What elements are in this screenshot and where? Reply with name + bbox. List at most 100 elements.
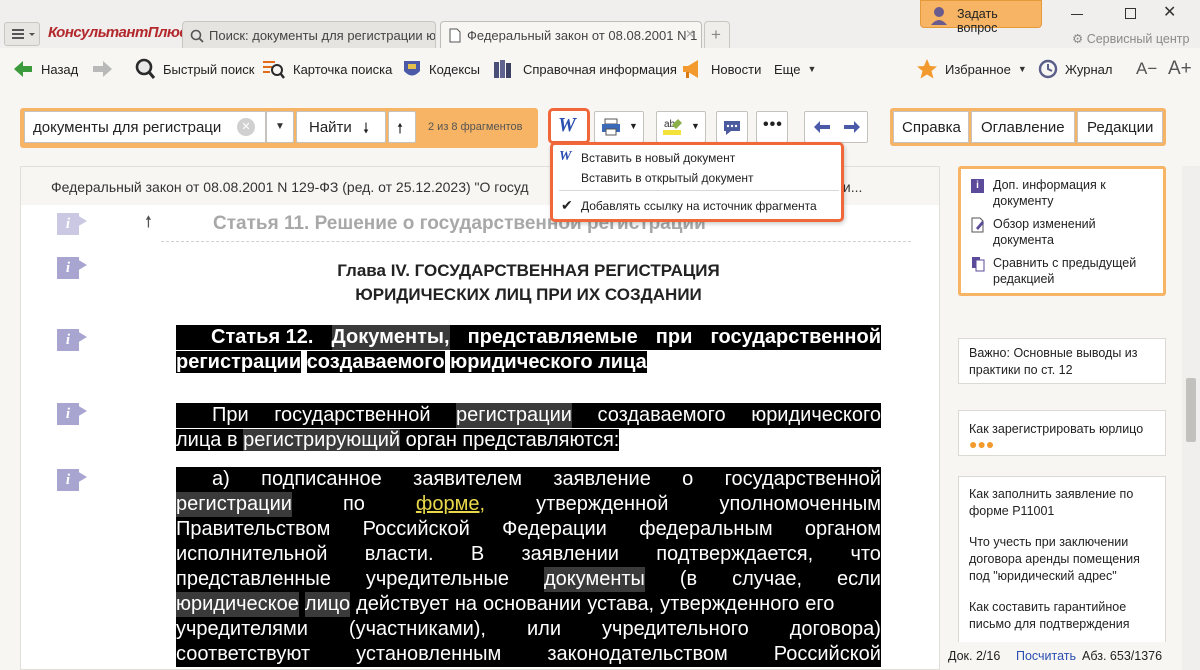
text-word: В bbox=[470, 543, 485, 565]
journal-button[interactable]: Журнал bbox=[1036, 48, 1112, 90]
maximize-button[interactable] bbox=[1120, 6, 1142, 22]
title-word: лица bbox=[592, 351, 647, 373]
paragraph-counter: Абз. 653/1376 bbox=[1082, 649, 1162, 663]
text-word: учредительного bbox=[602, 618, 749, 640]
howto-link[interactable]: Как заполнить заявление по форме Р11001 bbox=[969, 486, 1155, 520]
contents-button[interactable]: Оглавление bbox=[971, 111, 1075, 143]
text-word: если bbox=[837, 568, 881, 590]
text-word: власти. bbox=[364, 543, 434, 565]
paragraph-line: Правительством Российской Федерации федерал… bbox=[176, 517, 881, 542]
howto-register-card[interactable]: Как зарегистрировать юрлицо ●●● bbox=[958, 410, 1166, 456]
tab-close-icon[interactable]: ✕ bbox=[685, 27, 695, 41]
howto-link[interactable]: Что учесть при заключении договора аренд… bbox=[969, 534, 1155, 585]
more-menu-button[interactable]: Еще ▼ bbox=[774, 48, 816, 90]
text-word: регистрации bbox=[176, 492, 292, 517]
help-button[interactable]: Справка bbox=[893, 111, 969, 143]
arrow-left-icon[interactable] bbox=[813, 120, 831, 134]
reference-button[interactable]: Справочная информация bbox=[492, 48, 677, 90]
text-word: создаваемого bbox=[597, 404, 726, 426]
more-actions-button[interactable]: ••• bbox=[756, 111, 788, 143]
news-button[interactable]: Новости bbox=[680, 48, 761, 90]
close-window-button[interactable]: ✕ bbox=[1163, 2, 1176, 22]
clear-search-icon[interactable]: ✕ bbox=[237, 118, 255, 136]
arrow-right-icon[interactable] bbox=[843, 120, 861, 134]
text-word: лица в bbox=[176, 429, 244, 451]
howto-link[interactable]: Как составить гарантийное письмо для под… bbox=[969, 599, 1155, 633]
text-word: основании bbox=[483, 593, 582, 615]
app-logo: КонсультантПлюс bbox=[48, 24, 188, 41]
practice-card[interactable]: Важно: Основные выводы из практики по ст… bbox=[958, 338, 1166, 384]
menu-item-insert-new[interactable]: W Вставить в новый документ bbox=[557, 149, 841, 167]
info-link-additional[interactable]: i Доп. информация к документу bbox=[971, 177, 1159, 209]
minimize-button[interactable] bbox=[1066, 6, 1088, 20]
compare-docs-icon bbox=[972, 257, 985, 272]
title-word: при bbox=[655, 326, 693, 348]
books-icon bbox=[494, 60, 511, 78]
text-word: соответствуют bbox=[176, 643, 311, 665]
plus-icon: + bbox=[711, 25, 721, 44]
paragraph-line: соответствуют установленным законодательст… bbox=[176, 642, 881, 667]
highlighter-icon: ab bbox=[663, 119, 682, 135]
text-word: договора) bbox=[789, 618, 881, 640]
editions-button[interactable]: Редакции bbox=[1077, 111, 1163, 143]
gear-icon: ⚙ bbox=[1072, 32, 1084, 46]
info-marker[interactable]: i bbox=[57, 329, 89, 351]
count-link[interactable]: Посчитать bbox=[1016, 649, 1076, 663]
fragments-counter: 2 из 8 фрагментов bbox=[428, 121, 523, 133]
font-larger-button[interactable]: A+ bbox=[1168, 48, 1192, 90]
text-word: случае, bbox=[732, 568, 803, 590]
codes-button[interactable]: Кодексы bbox=[402, 48, 480, 90]
printer-icon bbox=[602, 118, 620, 136]
forward-button[interactable] bbox=[90, 48, 114, 90]
new-tab-button[interactable]: + bbox=[704, 21, 730, 48]
paragraph-a: а) подписанное заявителем заявление о государ… bbox=[176, 467, 881, 669]
text-word: или bbox=[526, 618, 561, 640]
search-icon bbox=[190, 29, 204, 43]
search-card-icon bbox=[263, 61, 285, 79]
menu-item-add-link[interactable]: ✔ Добавлять ссылку на источник фрагмента bbox=[557, 197, 841, 215]
doc-counter-value: 2/16 bbox=[975, 649, 1001, 663]
print-button[interactable]: ▼ bbox=[594, 111, 644, 143]
service-center-link[interactable]: ⚙ Сервисный центр bbox=[1072, 31, 1189, 46]
menu-item-insert-open[interactable]: Вставить в открытый документ bbox=[557, 169, 841, 187]
favorites-button[interactable]: Избранное ▼ bbox=[916, 48, 1027, 90]
find-next-button[interactable]: Найти 🠗 bbox=[296, 111, 386, 143]
find-previous-button[interactable]: 🠕 bbox=[388, 111, 416, 143]
back-button[interactable]: Назад bbox=[12, 48, 78, 90]
title-word: создаваемого bbox=[306, 351, 445, 373]
history-clock-icon bbox=[1038, 59, 1058, 79]
right-scrollbar[interactable] bbox=[1182, 166, 1200, 670]
quick-search-button[interactable]: Быстрый поиск bbox=[134, 48, 255, 90]
info-marker[interactable]: i bbox=[57, 403, 89, 425]
scrollbar-thumb[interactable] bbox=[1186, 378, 1196, 442]
text-word: орган представляются: bbox=[400, 429, 620, 451]
info-marker[interactable]: i bbox=[57, 257, 89, 279]
search-input[interactable]: документы для регистраци ✕ bbox=[24, 111, 266, 143]
scroll-to-top-icon[interactable]: 🠕 bbox=[145, 211, 152, 238]
tab-search[interactable]: Поиск: документы для регистрации ю bbox=[182, 21, 436, 48]
main-menu-button[interactable] bbox=[4, 22, 40, 46]
quick-search-label: Быстрый поиск bbox=[163, 61, 255, 77]
search-card-button[interactable]: Карточка поиска bbox=[262, 48, 392, 90]
ask-question-label: Задать вопрос bbox=[957, 7, 998, 35]
tab-document[interactable]: Федеральный закон от 08.08.2001 N 1 ✕ bbox=[440, 21, 702, 48]
export-word-button[interactable]: W bbox=[548, 108, 590, 144]
ask-question-button[interactable]: Задать вопрос bbox=[920, 0, 1042, 35]
paragraph-intro: При государственной регистрации создавае… bbox=[176, 403, 881, 453]
info-marker[interactable]: i bbox=[57, 469, 89, 491]
search-history-dropdown[interactable]: ▼ bbox=[266, 111, 294, 143]
info-link-changes[interactable]: Обзор изменений документа bbox=[971, 216, 1159, 248]
comment-button[interactable] bbox=[716, 111, 748, 143]
menu-item-label: Вставить в открытый документ bbox=[581, 171, 754, 185]
howto-card-text: Как зарегистрировать юрлицо bbox=[969, 422, 1144, 436]
font-smaller-button[interactable]: A− bbox=[1136, 48, 1157, 90]
info-link-compare[interactable]: Сравнить с предыдущей редакцией bbox=[971, 255, 1159, 287]
info-link-label: Обзор изменений документа bbox=[993, 217, 1096, 247]
highlight-button[interactable]: ab ▼ bbox=[656, 111, 706, 143]
info-marker[interactable]: i bbox=[57, 213, 89, 235]
word-icon: W bbox=[558, 114, 576, 136]
form-link[interactable]: форме, bbox=[416, 492, 485, 517]
text-word: действует bbox=[356, 593, 449, 615]
service-center-label: Сервисный центр bbox=[1086, 32, 1190, 46]
text-word: юридического bbox=[751, 404, 881, 426]
